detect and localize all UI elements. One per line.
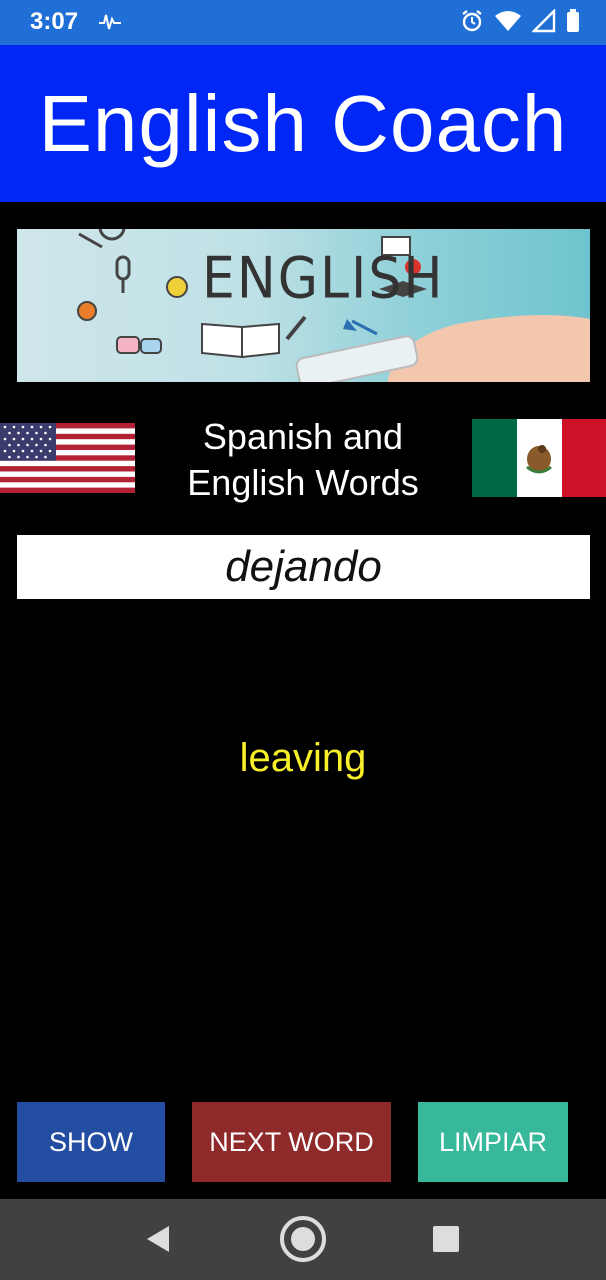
english-translation: leaving xyxy=(239,736,367,780)
next-word-button[interactable]: NEXT WORD xyxy=(192,1102,391,1182)
app-bar: English Coach xyxy=(0,45,606,202)
alarm-icon xyxy=(460,9,484,37)
home-icon[interactable] xyxy=(279,1215,327,1267)
wifi-icon xyxy=(494,9,522,37)
clear-button[interactable]: LIMPIAR xyxy=(418,1102,568,1182)
battery-icon xyxy=(566,9,580,37)
back-icon[interactable] xyxy=(145,1225,171,1257)
banner-text: ENGLISH xyxy=(202,246,445,312)
app-title: English Coach xyxy=(38,78,568,168)
show-button[interactable]: SHOW xyxy=(17,1102,165,1182)
navigation-bar xyxy=(0,1199,606,1280)
mexico-flag-icon xyxy=(472,419,606,497)
subtitle-line-2: English Words xyxy=(187,462,419,503)
status-time: 3:07 xyxy=(30,8,79,35)
us-flag-icon xyxy=(0,423,135,493)
pulse-icon xyxy=(98,11,122,37)
signal-icon xyxy=(531,8,556,37)
recents-icon[interactable] xyxy=(433,1226,459,1256)
subtitle: Spanish and English Words xyxy=(150,414,456,506)
spanish-word: dejando xyxy=(225,542,382,591)
status-bar: 3:07 xyxy=(0,0,606,45)
spanish-word-display: dejando xyxy=(17,535,590,599)
subtitle-line-1: Spanish and xyxy=(202,416,404,457)
english-banner-image: ENGLISH xyxy=(17,229,590,382)
